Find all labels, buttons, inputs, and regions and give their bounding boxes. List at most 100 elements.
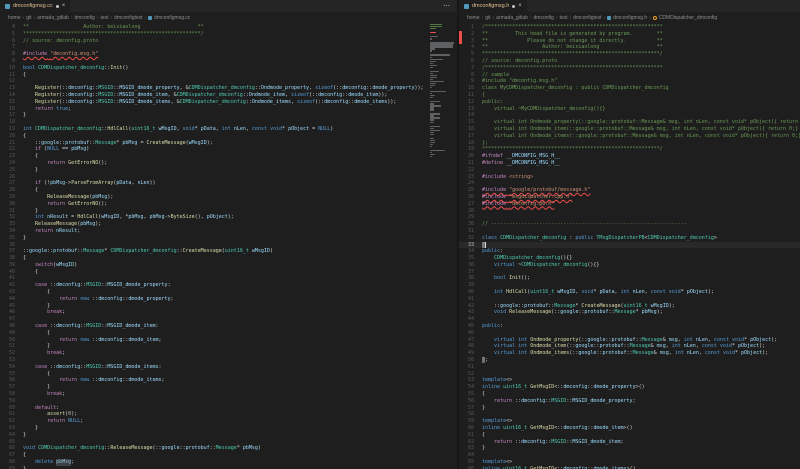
breadcrumb-folder[interactable]: git xyxy=(485,15,490,21)
code-line[interactable]: 48 virtual int Ondmode_item(::google::pr… xyxy=(459,343,800,350)
code-line[interactable]: 63} xyxy=(459,445,800,452)
code-line[interactable]: 10bool CDMDispatcher_dmconfig::Init() xyxy=(0,65,457,72)
code-line[interactable]: 15 Register(::dmconfig::MSGID::MSGID_dmo… xyxy=(0,99,457,106)
code-line[interactable]: 56 return new ::dmconfig::dmode_items; xyxy=(0,377,457,384)
code-line[interactable]: 5***************************************… xyxy=(459,51,800,58)
code-line[interactable]: 1/**************************************… xyxy=(459,24,800,31)
code-line[interactable]: 25#include "google/protobuf/message.h" xyxy=(459,187,800,194)
breadcrumb-folder[interactable]: armada_gitlab xyxy=(37,15,69,21)
code-line[interactable]: 47 xyxy=(0,316,457,323)
code-line[interactable]: 22 xyxy=(459,167,800,174)
code-line[interactable]: 59 xyxy=(0,398,457,405)
code-line[interactable]: 33{ xyxy=(459,242,800,249)
code-line[interactable]: 14 xyxy=(459,112,800,119)
code-line[interactable]: 7 xyxy=(0,44,457,51)
code-line[interactable]: 15 virtual int Ondmode_property(::google… xyxy=(459,119,800,126)
code-line[interactable]: 44 return new ::dmconfig::dmode_property… xyxy=(0,296,457,303)
code-line[interactable]: 34 return nResult; xyxy=(0,228,457,235)
code-line[interactable]: 40 { xyxy=(0,269,457,276)
code-line[interactable]: 32 int nResult = HdlCall(wMsgID, *pbMsg,… xyxy=(0,214,457,221)
code-line[interactable]: 5***************************************… xyxy=(0,31,457,38)
code-line[interactable]: 19**************************************… xyxy=(459,146,800,153)
code-line[interactable]: 17 virtual int Ondmode_items(::google::p… xyxy=(459,133,800,140)
code-line[interactable]: 29 xyxy=(459,214,800,221)
code-line[interactable]: 10class MyCDMDispatcher_dmconfig : publi… xyxy=(459,85,800,92)
code-line[interactable]: 41 xyxy=(459,296,800,303)
code-line[interactable]: 11{ xyxy=(0,72,457,79)
breadcrumb-folder[interactable]: home xyxy=(467,15,480,21)
code-line[interactable]: 21#define __DMCONFIG_MSG_H__ xyxy=(459,160,800,167)
code-line[interactable]: 30 return GetErrorNO(); xyxy=(0,201,457,208)
code-line[interactable]: 32class CDMDispatcher_dmconfig : public … xyxy=(459,235,800,242)
breadcrumb-file[interactable]: dmconfigmsg.cc xyxy=(154,15,190,21)
breadcrumb-symbol[interactable]: CDMDispatcher_dmconfig xyxy=(659,15,717,21)
code-line[interactable]: 41 xyxy=(0,275,457,282)
code-line[interactable]: 22 if (NULL == pbMsg) xyxy=(0,146,457,153)
code-line[interactable]: 28 xyxy=(459,208,800,215)
code-line[interactable]: 50}; xyxy=(459,357,800,364)
code-line[interactable]: 33 ReleaseMessage(pbMsg); xyxy=(0,221,457,228)
breadcrumb-folder[interactable]: home xyxy=(8,15,21,21)
code-line[interactable]: 51 } xyxy=(0,343,457,350)
code-line[interactable]: 38 bool Init(); xyxy=(459,275,800,282)
code-line[interactable]: 40 int HdlCall(uint16_t wMsgID, void* pD… xyxy=(459,289,800,296)
code-line[interactable]: 35} xyxy=(0,235,457,242)
code-line[interactable]: 50 return new ::dmconfig::dmode_item; xyxy=(0,337,457,344)
code-line[interactable]: 14 Register(::dmconfig::MSGID::MSGID_dmo… xyxy=(0,92,457,99)
code-line[interactable]: 25 } xyxy=(0,167,457,174)
code-line[interactable]: 12public: xyxy=(459,99,800,106)
code-line[interactable]: 39 switch(wMsgID) xyxy=(0,262,457,269)
tab-dmconfigmsg.h[interactable]: dmconfigmsg.h× xyxy=(459,0,528,12)
code-line[interactable]: 16 virtual int Ondmode_item(::google::pr… xyxy=(459,126,800,133)
code-line[interactable]: 53template<> xyxy=(459,377,800,384)
code-line[interactable]: 9#include "dmconfig.msg.h" xyxy=(459,78,800,85)
code-line[interactable]: 60 default: xyxy=(0,405,457,412)
code-line[interactable]: 68 delete pbMsg; xyxy=(0,459,457,466)
code-line[interactable]: 55 { xyxy=(0,371,457,378)
code-line[interactable]: 43 void ReleaseMessage(::google::protobu… xyxy=(459,309,800,316)
code-line[interactable]: 26#include "msgdispatcher.cpp.h" xyxy=(459,194,800,201)
code-line[interactable]: 43 { xyxy=(0,289,457,296)
code-line[interactable]: 48 case ::dmconfig::MSGID::MSGID_dmode_i… xyxy=(0,323,457,330)
breadcrumb-folder[interactable]: dmconfigtest xyxy=(114,15,142,21)
code-editor[interactable]: 4** Author: beixiaolong **5*************… xyxy=(0,24,457,469)
breadcrumb-folder[interactable]: dmconfig xyxy=(534,15,554,21)
code-line[interactable]: 60inline uint16_t GetMsgID<::dmconfig::d… xyxy=(459,425,800,432)
breadcrumb-folder[interactable]: dmconfig xyxy=(75,15,95,21)
code-line[interactable]: 54 case ::dmconfig::MSGID::MSGID_dmode_i… xyxy=(0,364,457,371)
code-line[interactable]: 13 virtual ~MyCDMDispatcher_dmconfig(){} xyxy=(459,106,800,113)
code-line[interactable]: 23 { xyxy=(0,153,457,160)
code-line[interactable]: 37::google::protobuf::Message* CDMDispat… xyxy=(0,248,457,255)
code-line[interactable]: 61 assert(0); xyxy=(0,411,457,418)
code-line[interactable]: 4** Author: beixiaolong ** xyxy=(0,24,457,31)
breadcrumb-folder[interactable]: git xyxy=(26,15,31,21)
code-line[interactable]: 6// source: dmconfig.proto xyxy=(0,38,457,45)
code-line[interactable]: 55{ xyxy=(459,391,800,398)
code-line[interactable]: 17} xyxy=(0,112,457,119)
code-line[interactable]: 36 xyxy=(0,242,457,249)
code-line[interactable]: 7/**************************************… xyxy=(459,65,800,72)
code-line[interactable]: 18}; xyxy=(459,140,800,147)
code-line[interactable]: 31 xyxy=(459,228,800,235)
code-line[interactable]: 51 xyxy=(459,364,800,371)
close-icon[interactable]: × xyxy=(518,3,522,9)
code-line[interactable]: 57} xyxy=(459,405,800,412)
code-line[interactable]: 11{ xyxy=(459,92,800,99)
code-line[interactable]: 35 CDMDispatcher_dmconfig(){} xyxy=(459,255,800,262)
code-line[interactable]: 8// sample xyxy=(459,72,800,79)
code-line[interactable]: 23#include <string> xyxy=(459,174,800,181)
code-line[interactable]: 27#include "dmconfig.pb.h" xyxy=(459,201,800,208)
code-line[interactable]: 37 xyxy=(459,269,800,276)
code-line[interactable]: 24 xyxy=(459,180,800,187)
code-line[interactable]: 29 ReleaseMessage(pbMsg); xyxy=(0,194,457,201)
code-line[interactable]: 4** Author: beixiaolong ** xyxy=(459,44,800,51)
code-line[interactable]: 59template<> xyxy=(459,418,800,425)
code-line[interactable]: 52 break; xyxy=(0,350,457,357)
code-line[interactable]: 16 return true; xyxy=(0,106,457,113)
code-line[interactable]: 36 virtual ~CDMDispatcher_dmconfig(){} xyxy=(459,262,800,269)
code-line[interactable]: 45public: xyxy=(459,323,800,330)
breadcrumb-file[interactable]: dmconfigmsg.h xyxy=(613,15,647,21)
code-line[interactable]: 49 { xyxy=(0,330,457,337)
code-line[interactable]: 58 break; xyxy=(0,391,457,398)
code-line[interactable]: 42 case ::dmconfig::MSGID::MSGID_dmode_p… xyxy=(0,282,457,289)
